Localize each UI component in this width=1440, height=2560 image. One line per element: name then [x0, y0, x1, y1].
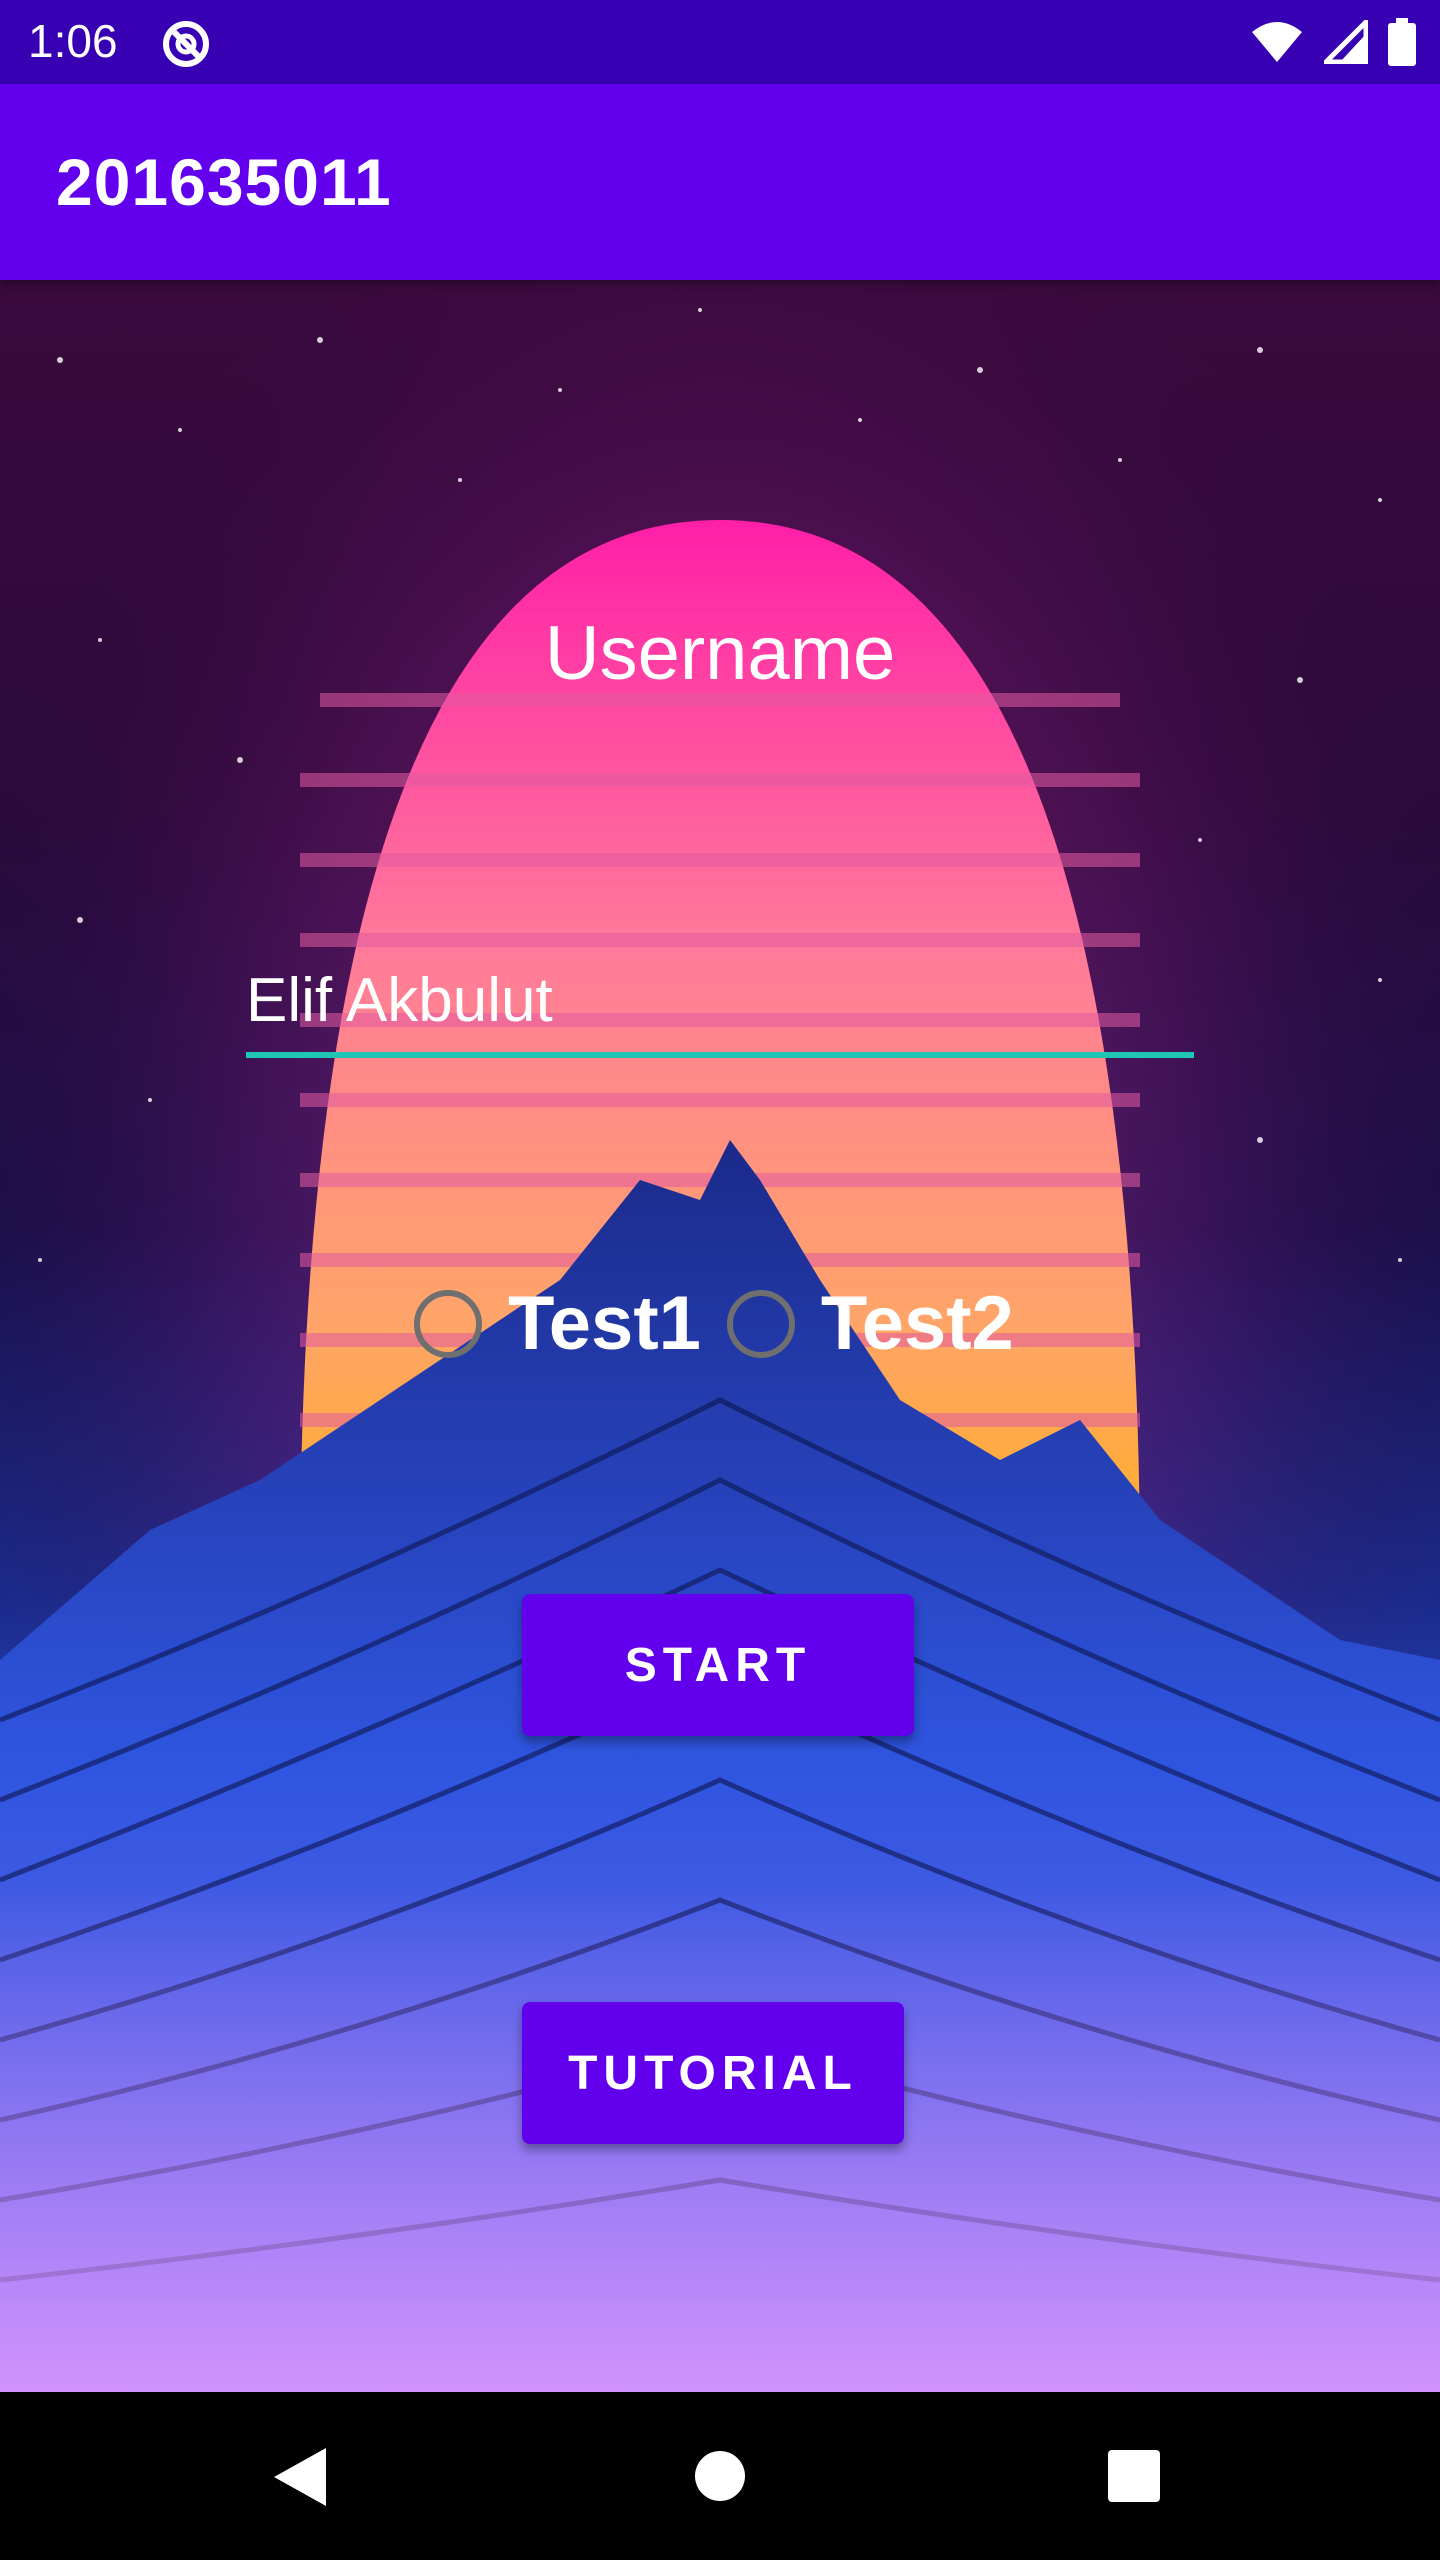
radio-test1[interactable]: Test1	[414, 1280, 701, 1367]
radio-test2-label[interactable]: Test2	[821, 1280, 1014, 1367]
status-icons	[1250, 18, 1416, 66]
tutorial-button[interactable]: TUTORIAL	[522, 2002, 904, 2144]
radio-test1-label[interactable]: Test1	[508, 1280, 701, 1367]
screen: 1:06 201635011 Username Elif Akbulut Tes…	[0, 0, 1440, 2560]
main-content: Username Test1 Test2 START TUTORIAL	[0, 280, 1440, 2392]
username-input[interactable]	[246, 948, 1194, 1058]
home-icon[interactable]	[694, 2450, 746, 2502]
app-notification-icon	[163, 21, 209, 67]
signal-icon	[1324, 20, 1368, 64]
app-bar: 201635011	[0, 84, 1440, 280]
back-icon[interactable]	[270, 2444, 330, 2510]
battery-icon	[1388, 18, 1416, 66]
status-time: 1:06	[28, 15, 118, 67]
app-title: 201635011	[56, 145, 392, 219]
radio-test2[interactable]: Test2	[726, 1280, 1014, 1367]
navigation-bar	[0, 2392, 1440, 2560]
username-label: Username	[544, 611, 896, 696]
radio-button-icon[interactable]	[414, 1289, 482, 1358]
recents-icon[interactable]	[1108, 2450, 1160, 2502]
test-radio-group: Test1 Test2	[414, 1280, 1014, 1367]
radio-button-icon[interactable]	[726, 1289, 795, 1358]
wifi-icon	[1252, 22, 1302, 62]
status-bar: 1:06	[0, 0, 1440, 84]
start-button[interactable]: START	[522, 1594, 914, 1736]
